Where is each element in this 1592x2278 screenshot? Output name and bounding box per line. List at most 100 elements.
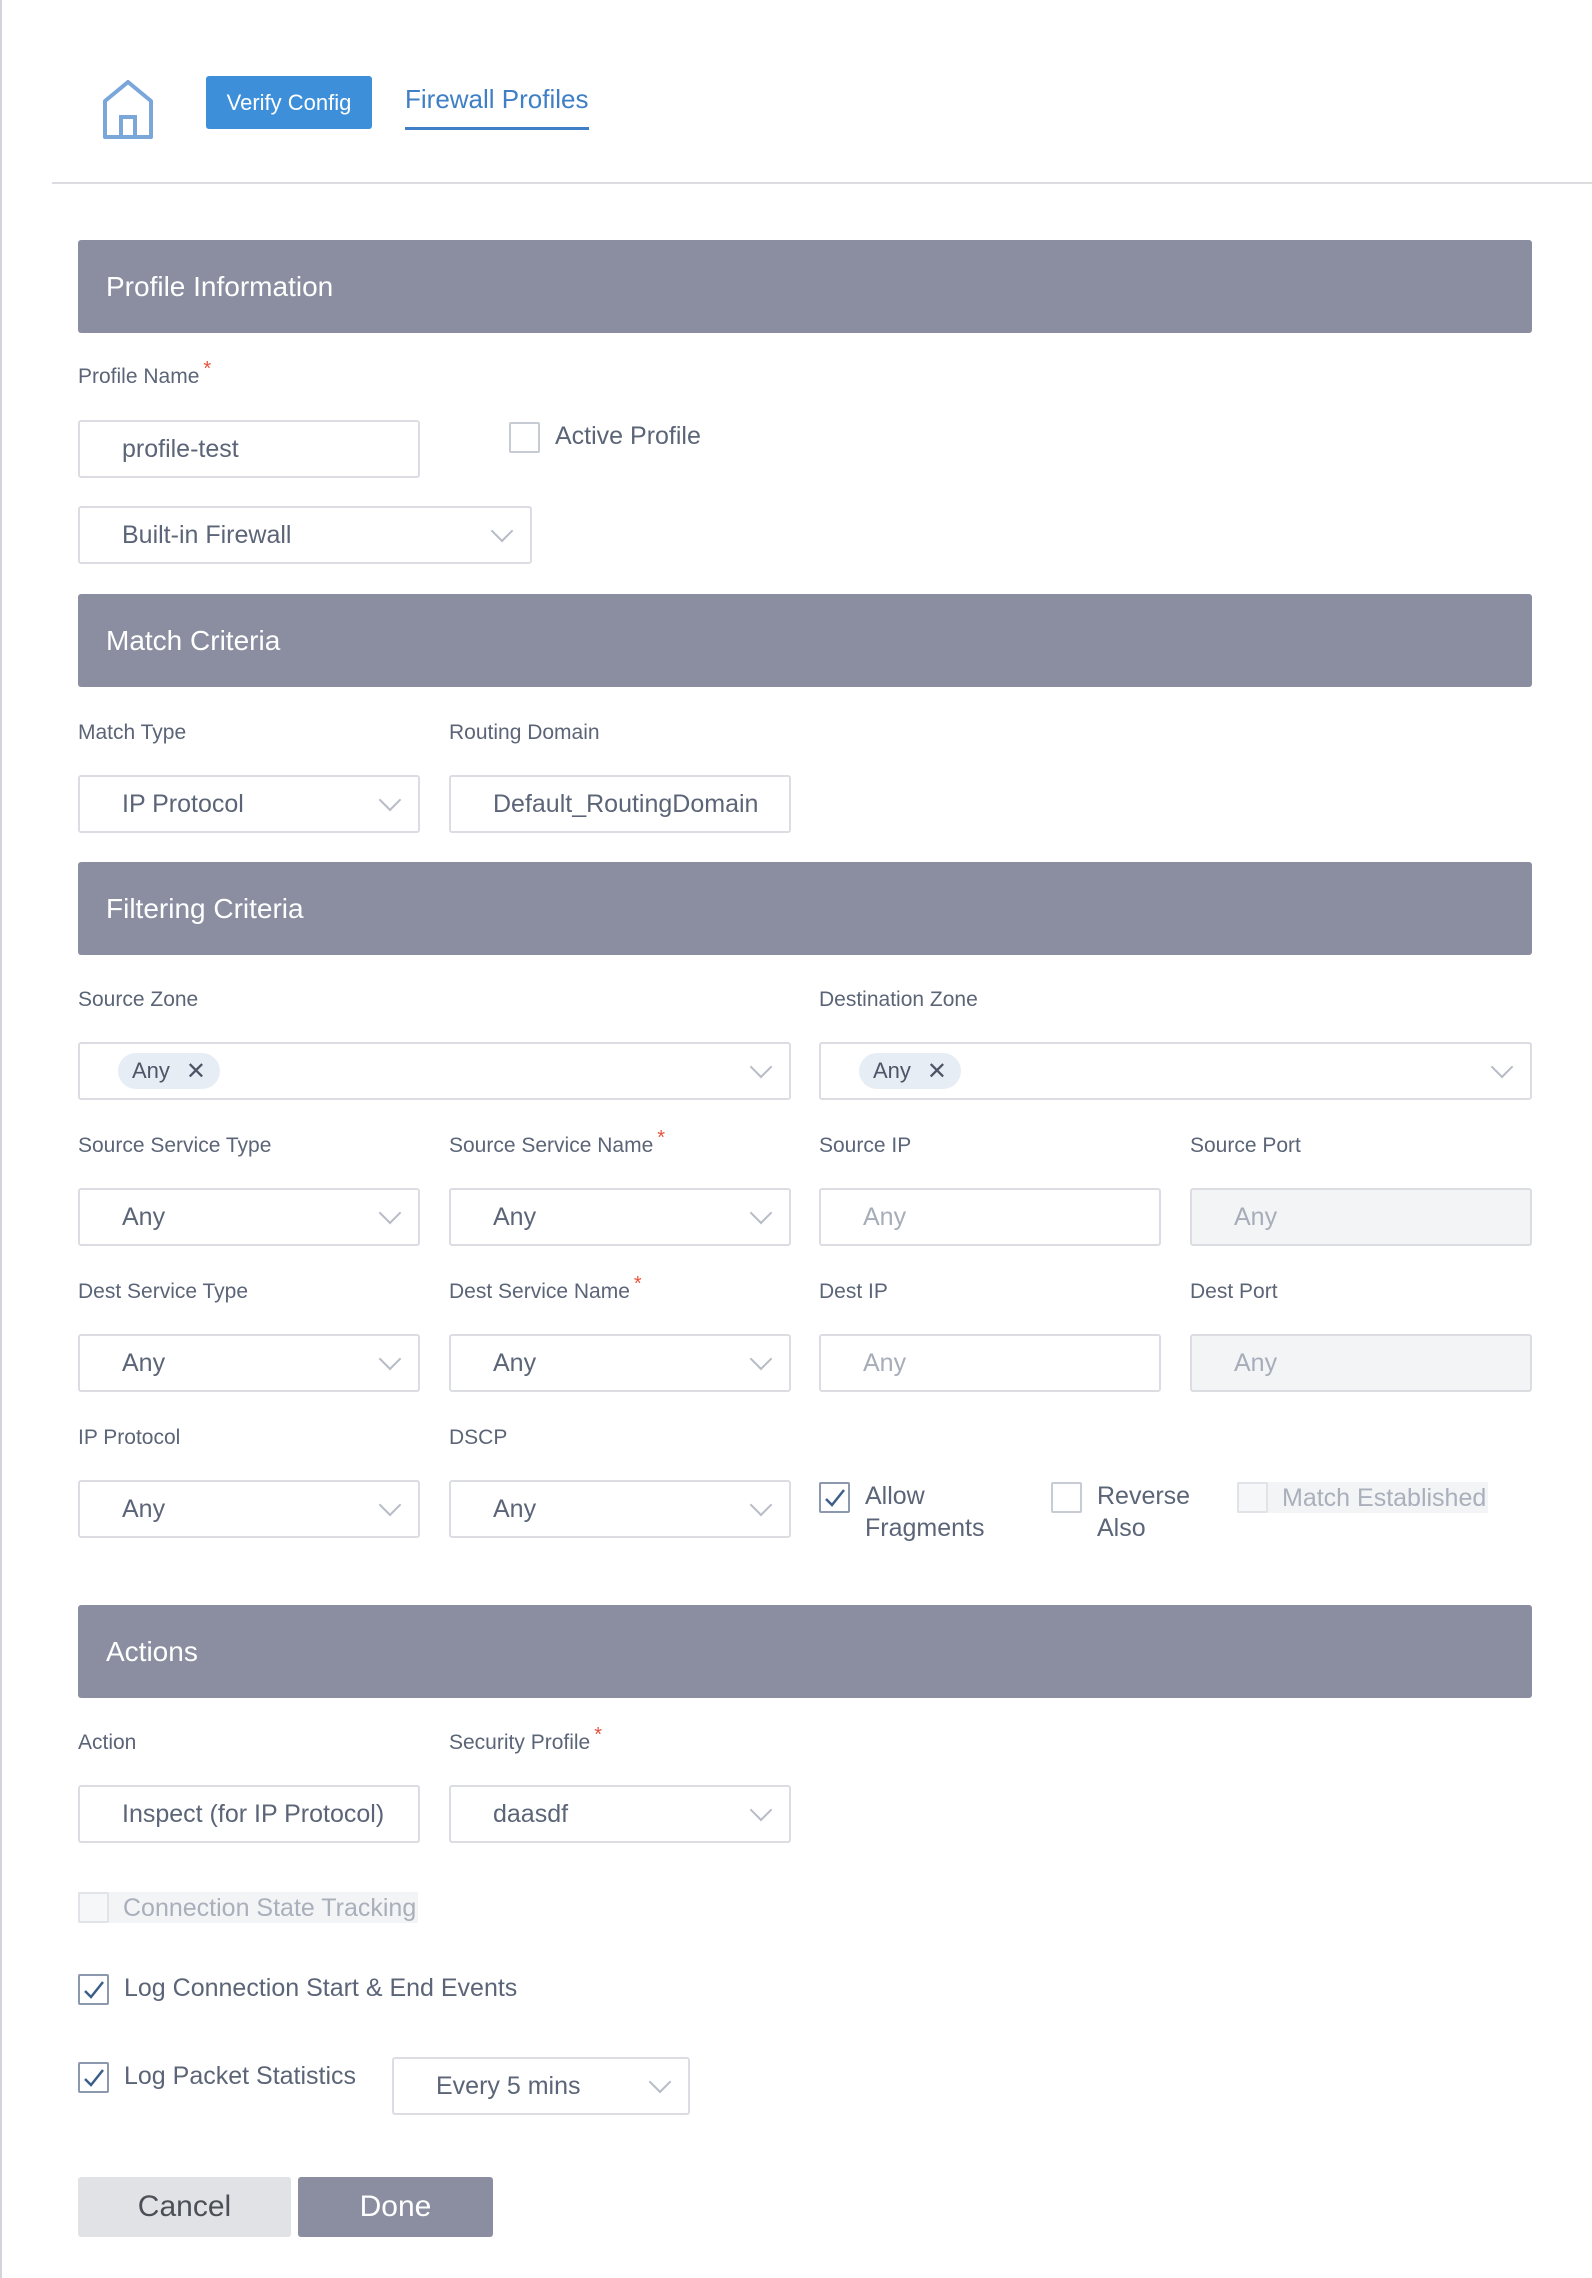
firewall-type-value: Built-in Firewall: [122, 520, 292, 549]
section-header-actions: Actions: [78, 1605, 1532, 1698]
dest-service-name-value: Any: [493, 1348, 537, 1377]
chip-label: Any: [132, 1058, 170, 1083]
match-type-select[interactable]: IP Protocol: [78, 775, 420, 833]
profile-name-label-text: Profile Name: [78, 365, 200, 388]
log-packet-stats-checkbox[interactable]: [78, 2062, 109, 2093]
chevron-down-icon: [378, 1493, 402, 1517]
match-established-option: Match Established: [1237, 1482, 1489, 1513]
match-type-value: IP Protocol: [122, 789, 244, 818]
source-port-label: Source Port: [1190, 1134, 1301, 1157]
reverse-also-checkbox[interactable]: [1051, 1482, 1082, 1513]
chevron-down-icon: [378, 1201, 402, 1225]
dscp-select[interactable]: Any: [449, 1480, 791, 1538]
active-profile-checkbox[interactable]: [509, 422, 540, 453]
routing-domain-select[interactable]: Default_RoutingDomain: [449, 775, 791, 833]
log-packet-stats-label: Log Packet Statistics: [124, 2062, 357, 2090]
reverse-also-label: Reverse Also: [1097, 1480, 1190, 1544]
dest-ip-label: Dest IP: [819, 1280, 888, 1303]
destination-zone-chip: Any ✕: [859, 1053, 962, 1089]
ip-protocol-select[interactable]: Any: [78, 1480, 420, 1538]
checkmark-icon: [83, 1980, 104, 1999]
chevron-down-icon: [1490, 1055, 1514, 1079]
chevron-down-icon: [749, 1493, 773, 1517]
section-header-profile-information: Profile Information: [78, 240, 1532, 333]
source-service-type-label: Source Service Type: [78, 1134, 272, 1157]
connection-state-tracking-option: Connection State Tracking: [78, 1892, 419, 1923]
connection-state-tracking-label: Connection State Tracking: [123, 1893, 417, 1922]
dest-port-input: Any: [1190, 1334, 1532, 1392]
source-port-placeholder: Any: [1234, 1202, 1278, 1231]
source-port-input: Any: [1190, 1188, 1532, 1246]
dest-service-name-select[interactable]: Any: [449, 1334, 791, 1392]
log-connection-checkbox[interactable]: [78, 1974, 109, 2005]
destination-zone-label: Destination Zone: [819, 988, 978, 1011]
firewall-type-select[interactable]: Built-in Firewall: [78, 506, 532, 564]
destination-zone-multiselect[interactable]: Any ✕: [819, 1042, 1532, 1100]
chevron-down-icon: [490, 519, 514, 543]
log-interval-select[interactable]: Every 5 mins: [392, 2057, 690, 2115]
dest-ip-input[interactable]: Any: [819, 1334, 1161, 1392]
chevron-down-icon: [378, 1347, 402, 1371]
dest-ip-placeholder: Any: [863, 1348, 907, 1377]
dest-port-placeholder: Any: [1234, 1348, 1278, 1377]
action-value: Inspect (for IP Protocol): [122, 1799, 385, 1828]
required-asterisk: *: [594, 1724, 603, 1746]
section-header-filtering-criteria: Filtering Criteria: [78, 862, 1532, 955]
chevron-down-icon: [749, 1347, 773, 1371]
source-ip-label: Source IP: [819, 1134, 912, 1157]
dest-service-name-label: Dest Service Name *: [449, 1273, 642, 1304]
close-icon[interactable]: ✕: [927, 1057, 947, 1086]
dscp-value: Any: [493, 1494, 537, 1523]
match-established-checkbox: [1237, 1482, 1268, 1513]
source-service-name-label: Source Service Name *: [449, 1127, 665, 1158]
security-profile-label: Security Profile *: [449, 1724, 602, 1755]
chip-label: Any: [873, 1058, 911, 1083]
active-profile-label: Active Profile: [555, 422, 701, 450]
source-service-type-value: Any: [122, 1202, 166, 1231]
allow-fragments-checkbox[interactable]: [819, 1482, 850, 1513]
connection-state-tracking-checkbox: [78, 1892, 109, 1923]
source-service-name-label-text: Source Service Name: [449, 1134, 654, 1157]
routing-domain-value: Default_RoutingDomain: [493, 789, 759, 818]
verify-config-button[interactable]: Verify Config: [206, 76, 372, 129]
required-asterisk: *: [657, 1127, 666, 1149]
chevron-down-icon: [749, 1798, 773, 1822]
left-border: [0, 0, 2, 2278]
done-button[interactable]: Done: [298, 2177, 493, 2237]
home-icon[interactable]: [102, 79, 154, 141]
source-service-type-select[interactable]: Any: [78, 1188, 420, 1246]
required-asterisk: *: [633, 1273, 642, 1295]
allow-fragments-line2: Fragments: [865, 1514, 985, 1542]
action-select[interactable]: Inspect (for IP Protocol): [78, 1785, 420, 1843]
profile-name-input[interactable]: profile-test: [78, 420, 420, 478]
ip-protocol-label: IP Protocol: [78, 1426, 181, 1449]
routing-domain-label: Routing Domain: [449, 721, 600, 744]
profile-name-label: Profile Name *: [78, 358, 211, 389]
cancel-button[interactable]: Cancel: [78, 2177, 291, 2237]
allow-fragments-line1: Allow: [865, 1482, 925, 1510]
source-zone-multiselect[interactable]: Any ✕: [78, 1042, 791, 1100]
chevron-down-icon: [378, 788, 402, 812]
log-connection-label: Log Connection Start & End Events: [124, 1974, 518, 2002]
checkmark-icon: [824, 1488, 845, 1507]
close-icon[interactable]: ✕: [186, 1057, 206, 1086]
chevron-down-icon: [749, 1055, 773, 1079]
source-ip-placeholder: Any: [863, 1202, 907, 1231]
source-zone-label: Source Zone: [78, 988, 199, 1011]
log-interval-value: Every 5 mins: [436, 2071, 581, 2100]
security-profile-select[interactable]: daasdf: [449, 1785, 791, 1843]
profile-name-value: profile-test: [122, 434, 239, 463]
chevron-down-icon: [648, 2070, 672, 2094]
source-ip-input[interactable]: Any: [819, 1188, 1161, 1246]
match-established-label: Match Established: [1282, 1483, 1487, 1512]
security-profile-value: daasdf: [493, 1799, 569, 1828]
checkmark-icon: [83, 2068, 104, 2087]
source-service-name-value: Any: [493, 1202, 537, 1231]
allow-fragments-label: Allow Fragments: [865, 1480, 984, 1544]
dest-service-name-label-text: Dest Service Name: [449, 1280, 630, 1303]
source-service-name-select[interactable]: Any: [449, 1188, 791, 1246]
breadcrumb-firewall-profiles[interactable]: Firewall Profiles: [405, 84, 589, 130]
section-header-match-criteria: Match Criteria: [78, 594, 1532, 687]
dest-service-type-select[interactable]: Any: [78, 1334, 420, 1392]
required-asterisk: *: [203, 358, 212, 380]
